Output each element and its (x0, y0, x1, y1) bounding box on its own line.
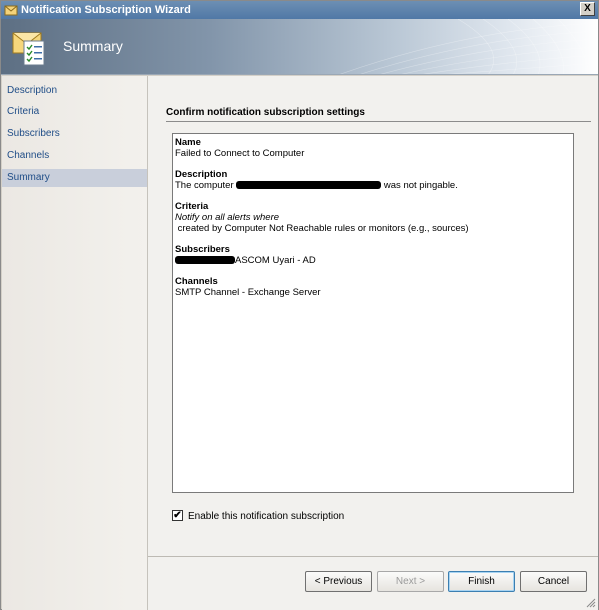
wizard-content: Confirm notification subscription settin… (148, 76, 598, 610)
subscribers-suffix: ASCOM Uyari - AD (235, 255, 316, 266)
summary-channels-heading: Channels (175, 276, 218, 287)
banner-grid-decoration (338, 19, 598, 75)
notification-envelope-icon (12, 32, 45, 66)
enable-subscription-row[interactable]: ✔ Enable this notification subscription (172, 509, 344, 524)
summary-description-section: Description The computer was not pingabl… (175, 169, 571, 191)
footer-divider (148, 556, 598, 557)
page-title: Summary (63, 38, 123, 54)
nav-item-criteria[interactable]: Criteria (2, 103, 147, 121)
summary-channels-section: Channels SMTP Channel - Exchange Server (175, 276, 571, 298)
wizard-window: Notification Subscription Wizard X Summa… (0, 0, 599, 610)
summary-description-value: The computer was not pingable. (175, 180, 571, 191)
cancel-button[interactable]: Cancel (520, 571, 587, 592)
title-bar: Notification Subscription Wizard X (1, 1, 598, 19)
summary-subscribers-value: ASCOM Uyari - AD (175, 255, 571, 266)
description-prefix: The computer (175, 180, 234, 191)
redaction-mark (175, 256, 235, 265)
banner-divider (1, 74, 598, 75)
nav-item-channels[interactable]: Channels (2, 147, 147, 165)
wizard-app-icon (4, 5, 18, 16)
finish-button[interactable]: Finish (448, 571, 515, 592)
summary-subscribers-section: Subscribers ASCOM Uyari - AD (175, 244, 571, 266)
summary-channels-value: SMTP Channel - Exchange Server (175, 287, 321, 298)
resize-grip-icon[interactable] (586, 598, 596, 608)
summary-name-heading: Name (175, 137, 201, 148)
summary-subscribers-heading: Subscribers (175, 244, 230, 255)
summary-description-heading: Description (175, 169, 228, 180)
summary-name-section: Name Failed to Connect to Computer (175, 137, 571, 159)
summary-criteria-line-2: created by Computer Not Reachable rules … (175, 223, 469, 234)
wizard-banner: Summary (1, 19, 598, 75)
section-divider (166, 121, 591, 122)
nav-item-description[interactable]: Description (2, 82, 147, 100)
redaction-mark (236, 181, 382, 190)
summary-name-value: Failed to Connect to Computer (175, 148, 305, 159)
nav-item-summary[interactable]: Summary (2, 169, 147, 187)
summary-text-box[interactable]: Name Failed to Connect to Computer Descr… (172, 133, 574, 493)
section-title: Confirm notification subscription settin… (166, 107, 365, 118)
wizard-step-nav: Description Criteria Subscribers Channel… (2, 76, 148, 610)
enable-subscription-checkbox[interactable]: ✔ (172, 509, 183, 521)
summary-criteria-section: Criteria Notify on all alerts where crea… (175, 201, 571, 234)
description-suffix: was not pingable. (383, 180, 458, 191)
nav-item-subscribers[interactable]: Subscribers (2, 125, 147, 143)
close-button[interactable]: X (580, 2, 595, 16)
next-button[interactable]: Next > (377, 571, 444, 592)
enable-subscription-label[interactable]: Enable this notification subscription (188, 511, 344, 522)
summary-criteria-line-1: Notify on all alerts where (175, 212, 280, 223)
window-title: Notification Subscription Wizard (21, 4, 191, 16)
summary-criteria-heading: Criteria (175, 201, 209, 212)
previous-button[interactable]: < Previous (305, 571, 372, 592)
